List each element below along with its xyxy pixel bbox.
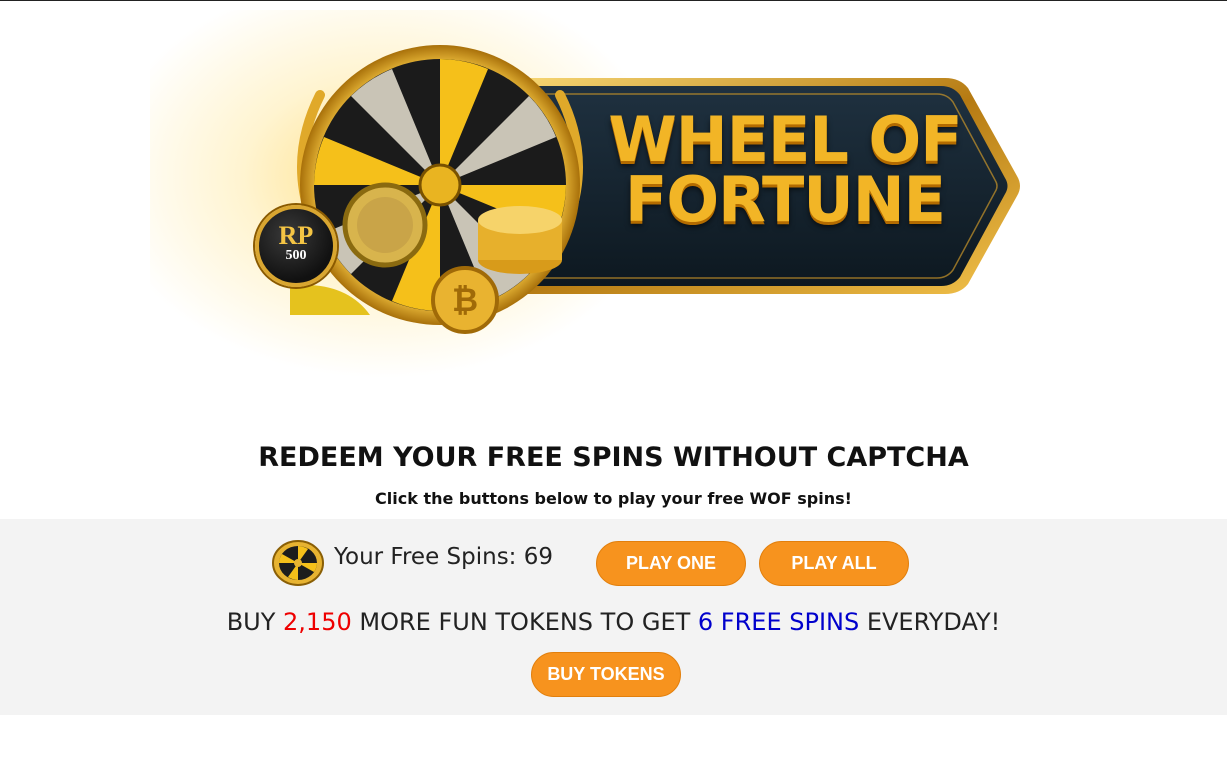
banner-title-line2: FORTUNE xyxy=(625,163,946,236)
play-all-button[interactable]: PLAY ALL xyxy=(759,541,909,586)
wheel-of-fortune-banner: WHEEL OF FORTUNE ₿ RP 500 xyxy=(150,10,1040,380)
buy-tokens-button[interactable]: BUY TOKENS xyxy=(531,652,681,697)
banner-title-line1: WHEEL OF xyxy=(608,103,962,176)
wheel-icon xyxy=(272,540,324,586)
page-subheading: Click the buttons below to play your fre… xyxy=(375,489,852,508)
rp-badge-amount: 500 xyxy=(285,248,307,263)
top-border xyxy=(0,0,1227,1)
buy-tokens-message: BUY 2,150 MORE FUN TOKENS TO GET 6 FREE … xyxy=(0,608,1227,636)
banner-title: WHEEL OF FORTUNE xyxy=(605,103,965,236)
buy-message-part3: EVERYDAY! xyxy=(859,608,1001,636)
token-amount: 2,150 xyxy=(283,608,352,636)
play-one-button[interactable]: PLAY ONE xyxy=(596,541,746,586)
buy-message-part2: MORE FUN TOKENS TO GET xyxy=(351,608,698,636)
page-heading: REDEEM YOUR FREE SPINS WITHOUT CAPTCHA xyxy=(258,442,969,473)
svg-text:₿: ₿ xyxy=(452,281,478,319)
free-spins-count: Your Free Spins: 69 xyxy=(334,544,554,570)
fortune-wheel-icon: ₿ xyxy=(290,45,583,334)
rp-badge: RP 500 xyxy=(255,205,337,287)
rp-badge-label: RP xyxy=(278,221,314,250)
free-spins-reward: 6 FREE SPINS xyxy=(697,608,860,636)
buy-message-part1: BUY xyxy=(226,608,284,636)
